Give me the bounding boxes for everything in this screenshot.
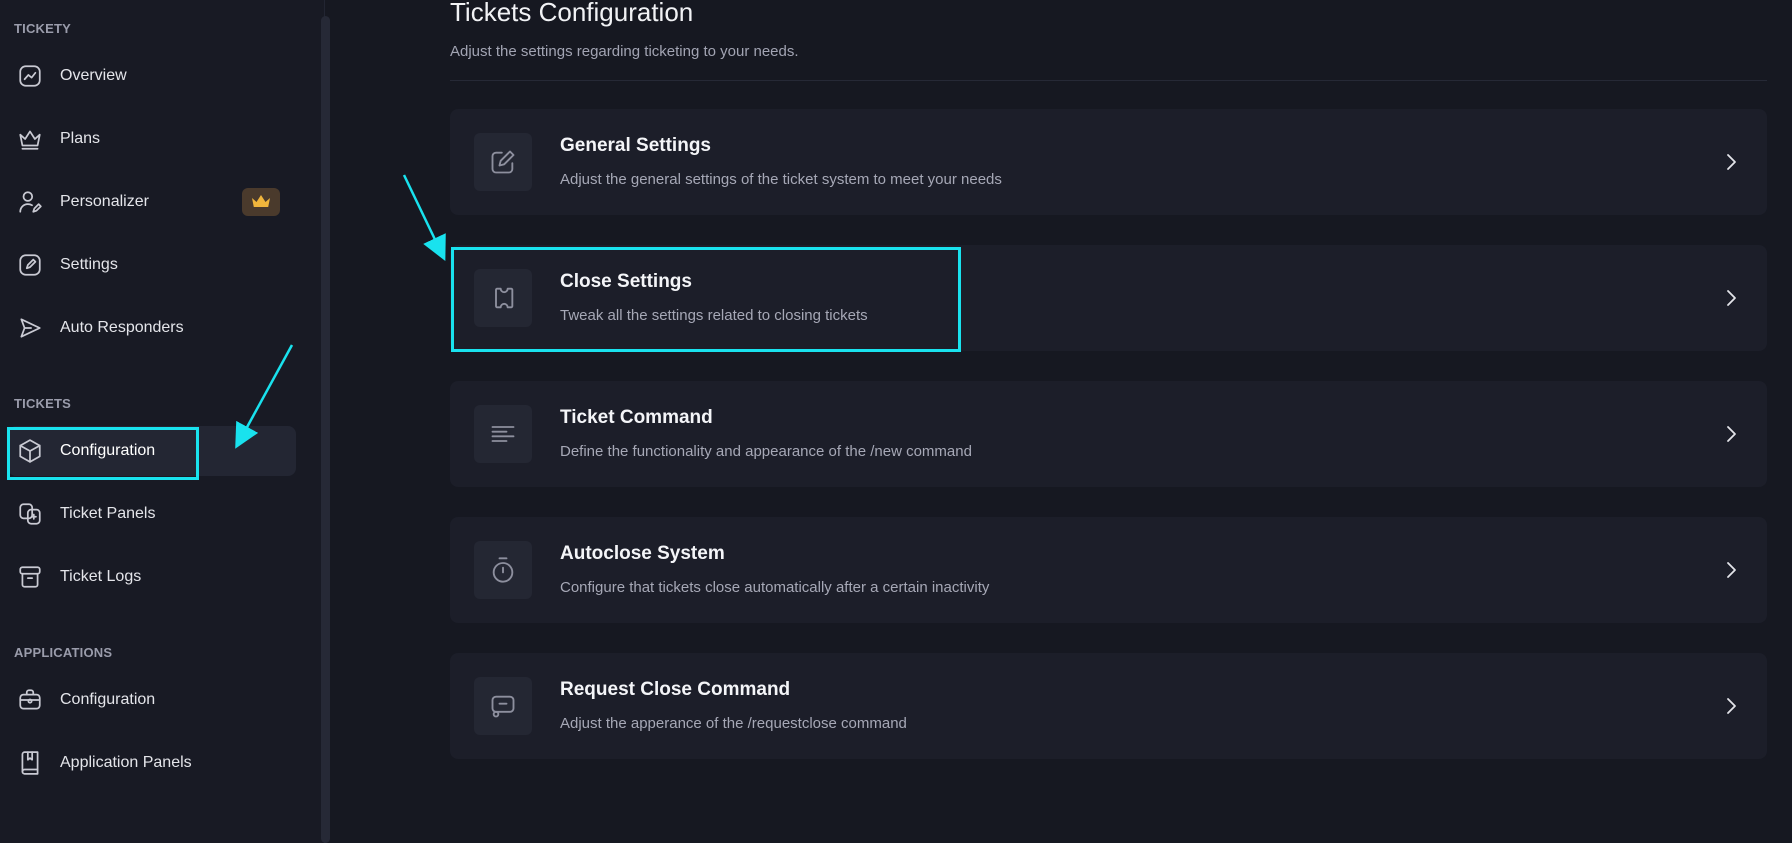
sidebar-item-label: Configuration xyxy=(60,442,156,459)
sidebar-item-label: Ticket Logs xyxy=(60,568,142,585)
sidebar: TICKETY Overview Plans Personalizer Sett… xyxy=(0,0,325,843)
sidebar-item-settings[interactable]: Settings xyxy=(8,240,296,290)
arrow-to-close-settings xyxy=(402,174,446,262)
sidebar-item-personalizer[interactable]: Personalizer xyxy=(8,177,296,227)
card-request-close-command[interactable]: Request Close Command Adjust the apperan… xyxy=(450,653,1767,759)
sidebar-scrollbar[interactable] xyxy=(321,16,330,843)
section-title-tickets: TICKETS xyxy=(14,396,72,411)
crown-icon xyxy=(16,125,44,153)
stopwatch-icon xyxy=(474,541,532,599)
user-edit-icon xyxy=(16,188,44,216)
page-title: Tickets Configuration xyxy=(450,0,694,27)
card-general-settings[interactable]: General Settings Adjust the general sett… xyxy=(450,109,1767,215)
align-left-icon xyxy=(474,405,532,463)
card-title: Ticket Command xyxy=(560,407,713,428)
cube-icon xyxy=(16,437,44,465)
chevron-right-icon xyxy=(1719,694,1743,718)
card-description: Define the functionality and appearance … xyxy=(560,443,972,460)
card-title: Autoclose System xyxy=(560,543,725,564)
divider xyxy=(450,80,1767,81)
sidebar-item-configuration[interactable]: Configuration xyxy=(8,426,296,476)
message-icon xyxy=(474,677,532,735)
sidebar-item-auto-responders[interactable]: Auto Responders xyxy=(8,303,296,353)
card-description: Configure that tickets close automatical… xyxy=(560,579,990,596)
sidebar-item-label: Configuration xyxy=(60,691,156,708)
card-title: Close Settings xyxy=(560,271,692,292)
pencil-square-icon xyxy=(16,251,44,279)
chevron-right-icon xyxy=(1719,558,1743,582)
send-icon xyxy=(16,314,44,342)
card-title: Request Close Command xyxy=(560,679,791,700)
chevron-right-icon xyxy=(1719,150,1743,174)
sidebar-item-label: Auto Responders xyxy=(60,319,184,336)
card-description: Adjust the general settings of the ticke… xyxy=(560,171,1002,188)
chevron-right-icon xyxy=(1719,286,1743,310)
sidebar-item-label: Application Panels xyxy=(60,754,192,771)
section-title-applications: APPLICATIONS xyxy=(14,645,113,660)
card-description: Adjust the apperance of the /requestclos… xyxy=(560,715,907,732)
page-subtitle: Adjust the settings regarding ticketing … xyxy=(450,43,799,60)
card-ticket-command[interactable]: Ticket Command Define the functionality … xyxy=(450,381,1767,487)
edit-icon xyxy=(474,133,532,191)
sidebar-item-ticket-panels[interactable]: Ticket Panels xyxy=(8,489,296,539)
book-icon xyxy=(16,749,44,777)
card-autoclose-system[interactable]: Autoclose System Configure that tickets … xyxy=(450,517,1767,623)
archive-icon xyxy=(16,563,44,591)
copy-plus-icon xyxy=(16,500,44,528)
sidebar-item-plans[interactable]: Plans xyxy=(8,114,296,164)
sidebar-item-label: Overview xyxy=(60,67,127,84)
chart-line-icon xyxy=(16,62,44,90)
sidebar-item-label: Ticket Panels xyxy=(60,505,156,522)
sidebar-item-label: Plans xyxy=(60,130,101,147)
sidebar-item-ticket-logs[interactable]: Ticket Logs xyxy=(8,552,296,602)
section-title-tickety: TICKETY xyxy=(14,21,72,36)
chevron-right-icon xyxy=(1719,422,1743,446)
crown-badge-icon xyxy=(242,188,280,216)
card-close-settings[interactable]: Close Settings Tweak all the settings re… xyxy=(450,245,1767,351)
card-title: General Settings xyxy=(560,135,711,156)
sidebar-item-application-configuration[interactable]: Configuration xyxy=(8,675,296,725)
ticket-icon xyxy=(474,269,532,327)
sidebar-item-label: Personalizer xyxy=(60,193,149,210)
card-description: Tweak all the settings related to closin… xyxy=(560,307,868,324)
sidebar-item-overview[interactable]: Overview xyxy=(8,51,296,101)
sidebar-item-application-panels[interactable]: Application Panels xyxy=(8,738,296,788)
briefcase-icon xyxy=(16,686,44,714)
sidebar-item-label: Settings xyxy=(60,256,118,273)
